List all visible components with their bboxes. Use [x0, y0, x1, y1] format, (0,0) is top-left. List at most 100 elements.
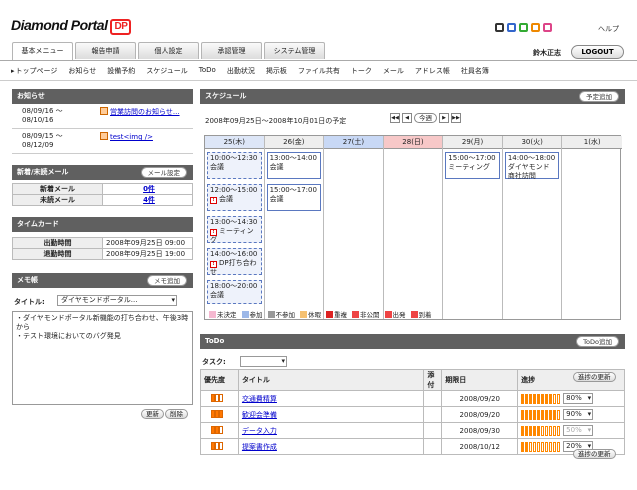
news-title: お知らせ: [12, 89, 193, 104]
legend-label: 未決定: [217, 311, 237, 319]
color-swatch[interactable]: [507, 23, 516, 32]
todo-attachment: [423, 422, 443, 439]
notice-icon: [100, 132, 108, 140]
progress-cell: [541, 425, 545, 436]
logo[interactable]: Diamond Portal DP: [11, 17, 132, 35]
nav-item[interactable]: 社員名簿: [461, 66, 489, 76]
todo-title[interactable]: 交通費精算: [237, 390, 425, 407]
tab-item[interactable]: 承認管理: [201, 42, 262, 59]
nav-item[interactable]: 掲示板: [266, 66, 287, 76]
sub-nav: トップページお知らせ 設備予約 スケジュール ToDo 出勤状況 掲示板 ファイル共有 トーク…: [11, 66, 489, 76]
prev-week-icon[interactable]: ◀◀: [390, 113, 400, 123]
tab-item[interactable]: 報告申請: [75, 42, 136, 59]
day-column[interactable]: 27(土): [324, 136, 384, 319]
priority-icon: [211, 393, 223, 402]
nav-item[interactable]: アドレス帳: [415, 66, 450, 76]
memo-title-select[interactable]: ダイヤモンドポータル... ▾: [57, 295, 177, 306]
schedule-event[interactable]: 14:00～16:00! DP打ち合わせ: [207, 248, 262, 277]
progress-cell: [525, 393, 529, 404]
schedule-event[interactable]: 18:00～20:00 会議: [207, 280, 262, 304]
color-swatch[interactable]: [531, 23, 540, 32]
memo-body[interactable]: ・ダイヤモンドポータル新機能の打ち合わせ、午後3時から ・テスト環境においてのバ…: [12, 311, 193, 405]
todo-due: 2008/09/20: [441, 390, 519, 407]
progress-cell: [557, 425, 561, 436]
news-link[interactable]: 営業訪問のお知らせ...: [98, 107, 193, 128]
nav-item[interactable]: 設備予約: [107, 66, 135, 76]
mail-count[interactable]: 0件: [102, 183, 193, 195]
next-day-icon[interactable]: ▶: [439, 113, 449, 123]
event-time: 10:00～12:30: [210, 154, 258, 162]
schedule-event[interactable]: 13:00～14:00 会議: [266, 152, 322, 179]
this-week-button[interactable]: 今週: [414, 113, 437, 123]
color-swatch[interactable]: [543, 23, 552, 32]
progress-select[interactable]: 50%: [563, 425, 594, 436]
todo-title[interactable]: データ入力: [237, 422, 425, 439]
todo-title[interactable]: 歓迎会準備: [237, 406, 425, 423]
news-link[interactable]: test<img />: [98, 132, 193, 153]
tab-item[interactable]: 基本メニュー: [12, 42, 73, 60]
schedule-event[interactable]: 14:00～18:00 ダイヤモンド商社訪問: [504, 152, 560, 180]
day-column[interactable]: 28(日): [383, 136, 444, 319]
mail-row: 未読メール 4件: [12, 194, 193, 206]
schedule-add-button[interactable]: 予定追加: [579, 91, 619, 102]
nav-item[interactable]: トーク: [351, 66, 372, 76]
nav-item[interactable]: スケジュール: [146, 66, 188, 76]
divider: [0, 60, 637, 61]
color-swatch[interactable]: [495, 23, 504, 32]
day-column[interactable]: 30(火) 14:00～18:00 ダイヤモンド商社訪問: [502, 136, 563, 319]
nav-item[interactable]: トップページ: [11, 66, 58, 76]
priority-icon: [211, 409, 223, 418]
news-date: 08/09/15 ～ 08/12/09: [12, 132, 98, 153]
help-link[interactable]: ヘルプ: [598, 24, 619, 34]
nav-item[interactable]: ToDo: [199, 66, 216, 76]
event-title-line: ! DP打ち合わせ: [210, 259, 259, 277]
event-title: 会議: [210, 163, 224, 171]
mail-count[interactable]: 4件: [102, 194, 193, 206]
progress-cell: [525, 441, 529, 452]
schedule-event[interactable]: 10:00～12:30 会議: [207, 152, 262, 179]
progress-select[interactable]: 90%: [563, 409, 594, 420]
day-column[interactable]: 1(水): [562, 136, 622, 319]
day-column[interactable]: 26(金) 13:00～14:00 会議 15:00～17:00 会議: [264, 136, 325, 319]
progress-cell: [521, 409, 525, 420]
schedule-event[interactable]: 12:00～15:00! 会議: [207, 184, 262, 211]
logout-button[interactable]: LOGOUT: [571, 45, 624, 59]
day-column[interactable]: 25(木) 10:00～12:30 会議 12:00～15:00! 会議 13:00～14…: [205, 136, 265, 319]
event-title: ダイヤモンド商社訪問: [507, 163, 550, 180]
progress-update-button-top[interactable]: 進捗の更新: [573, 372, 616, 382]
todo-add-button[interactable]: ToDo追加: [576, 336, 619, 347]
schedule-event[interactable]: 13:00～14:30! ミーティング: [207, 216, 262, 244]
nav-item[interactable]: お知らせ: [68, 66, 96, 76]
day-column[interactable]: 29(月) 15:00～17:00 ミーティング: [443, 136, 503, 319]
legend-item: 重複: [326, 309, 347, 319]
memo-title-label: タイトル:: [14, 298, 45, 306]
todo-title[interactable]: 提案書作成: [237, 438, 425, 455]
tab-item[interactable]: 個人設定: [138, 42, 199, 59]
nav-item[interactable]: メール: [383, 66, 404, 76]
event-time: 12:00～15:00: [210, 186, 258, 194]
progress-cell: [541, 441, 545, 452]
progress-value: 50%: [566, 426, 582, 434]
next-week-icon[interactable]: ▶▶: [451, 113, 461, 123]
header: Diamond Portal DP ヘルプ 基本メニュー 報告申請 個人設定 承認管理シ…: [0, 0, 637, 60]
nav-item[interactable]: ファイル共有: [298, 66, 340, 76]
color-swatch[interactable]: [519, 23, 528, 32]
progress-cell: [537, 425, 541, 436]
news-link-text[interactable]: test<img />: [110, 133, 153, 141]
schedule-event[interactable]: 15:00～17:00 ミーティング: [445, 152, 500, 179]
prev-day-icon[interactable]: ◀: [402, 113, 412, 123]
progress-update-button[interactable]: 進捗の更新: [573, 449, 616, 459]
mail-settings-button[interactable]: メール設定: [140, 167, 187, 178]
schedule-event[interactable]: 15:00～17:00 会議: [266, 184, 322, 211]
nav-item[interactable]: 出勤状況: [227, 66, 255, 76]
news-link-text[interactable]: 営業訪問のお知らせ...: [110, 108, 180, 116]
memo-add-button[interactable]: メモ追加: [147, 275, 187, 286]
memo-update-button[interactable]: 更新: [141, 409, 164, 419]
todo-row: データ入力 2008/09/30 50%: [200, 422, 625, 439]
progress-select[interactable]: 80%: [563, 393, 594, 404]
todo-task-select[interactable]: ▾: [240, 356, 287, 367]
memo-delete-button[interactable]: 削除: [165, 409, 188, 419]
todo-progress: 50%: [517, 422, 625, 439]
chevron-down-icon: ▾: [171, 296, 175, 304]
tab-item[interactable]: システム管理: [264, 42, 325, 59]
